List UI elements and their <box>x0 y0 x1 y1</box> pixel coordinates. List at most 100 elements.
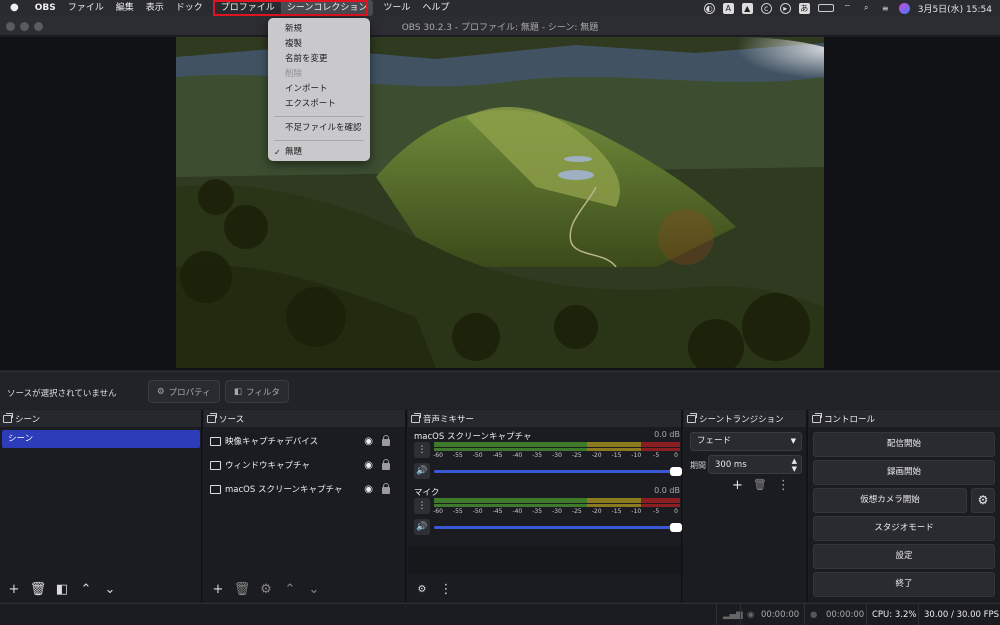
source-item[interactable]: ウィンドウキャプチャ ◉ <box>210 454 400 476</box>
scene-filters-icon[interactable]: ◧ <box>53 582 71 597</box>
dock-float-icon[interactable] <box>207 412 217 423</box>
remove-source-icon[interactable]: 🗑 <box>233 582 251 597</box>
duration-spinbox[interactable]: 300 ms ▲ ▼ <box>708 455 802 474</box>
status-cloud-icon[interactable]: ▲ <box>741 2 753 14</box>
transition-menu-icon[interactable]: ⋮ <box>777 478 790 493</box>
db-scale-label: -55 <box>452 508 463 515</box>
stepper-icon[interactable]: ▲ ▼ <box>792 457 797 473</box>
speaker-icon[interactable]: 🔊 <box>414 463 430 479</box>
start-recording-button[interactable]: 録画開始 <box>813 460 995 485</box>
source-properties-icon[interactable]: ⚙ <box>257 582 275 597</box>
menu-item-collection-untitled[interactable]: ✓ 無題 <box>268 145 370 160</box>
dock-float-icon[interactable] <box>812 412 822 423</box>
move-up-icon[interactable]: ⌃ <box>77 582 95 597</box>
status-cc-icon[interactable]: c <box>760 2 772 14</box>
exit-button[interactable]: 終了 <box>813 572 995 597</box>
db-scale-label: -45 <box>492 508 503 515</box>
dock-float-icon[interactable] <box>687 412 697 423</box>
menu-tools[interactable]: ツール <box>377 0 416 16</box>
menu-view[interactable]: 表示 <box>140 0 170 16</box>
studio-mode-button[interactable]: スタジオモード <box>813 516 995 541</box>
sources-dock-header: ソース <box>204 410 405 427</box>
speaker-icon[interactable]: 🔊 <box>414 519 430 535</box>
battery-icon[interactable] <box>817 4 834 12</box>
virtual-camera-settings-button[interactable]: ⚙ <box>971 488 995 513</box>
dock-float-icon[interactable] <box>3 412 13 423</box>
lock-icon[interactable] <box>382 483 390 494</box>
filters-button[interactable]: ◧ フィルタ <box>225 380 289 403</box>
menubar-clock[interactable]: 3月5日(水) 15:54 <box>918 2 992 15</box>
advanced-audio-gear-icon[interactable]: ⚙ <box>413 584 431 595</box>
db-scale-label: -35 <box>532 508 543 515</box>
filters-label: フィルタ <box>246 387 280 398</box>
lock-icon[interactable] <box>382 435 390 446</box>
window-titlebar: OBS 30.2.3 - プロファイル: 無題 - シーン: 無題 <box>0 16 1000 36</box>
volume-slider-handle[interactable] <box>670 467 682 476</box>
lock-icon[interactable] <box>382 459 390 470</box>
add-transition-icon[interactable]: + <box>732 478 743 493</box>
source-label: 映像キャプチャデバイス <box>225 437 319 447</box>
dock-float-icon[interactable] <box>411 412 421 423</box>
menu-item-duplicate[interactable]: 複製 <box>268 37 370 52</box>
menu-app[interactable]: OBS <box>29 0 62 16</box>
channel-menu-icon[interactable]: ⋮ <box>414 442 430 458</box>
scene-list-item[interactable]: シーン <box>2 430 200 448</box>
visibility-eye-icon[interactable]: ◉ <box>364 436 373 447</box>
source-item[interactable]: 映像キャプチャデバイス ◉ <box>210 430 400 452</box>
duration-label: 期間 <box>690 461 706 470</box>
start-streaming-button[interactable]: 配信開始 <box>813 432 995 457</box>
menu-item-check-missing-files[interactable]: 不足ファイルを確認 <box>268 121 370 136</box>
visibility-eye-icon[interactable]: ◉ <box>364 484 373 495</box>
menu-separator <box>274 116 364 117</box>
apple-icon[interactable]: ● <box>0 0 29 16</box>
channel-name: マイク <box>414 488 440 498</box>
volume-slider[interactable] <box>434 523 682 532</box>
search-icon[interactable]: ⌕ <box>861 3 872 14</box>
menu-item-export[interactable]: エクスポート <box>268 97 370 112</box>
menu-item-rename[interactable]: 名前を変更 <box>268 52 370 67</box>
properties-label: プロパティ <box>168 387 211 398</box>
input-mode-icon[interactable]: あ <box>798 2 810 14</box>
scene-transitions-dock: シーントランジション フェード ▼ 期間 300 ms ▲ ▼ + 🗑 ⋮ <box>684 410 808 602</box>
status-a-icon[interactable]: A <box>722 2 734 14</box>
remove-scene-icon[interactable]: 🗑 <box>29 582 47 597</box>
control-center-icon[interactable]: ≡ <box>880 3 891 14</box>
controls-title: コントロール <box>824 414 876 425</box>
no-source-selected-label: ソースが選択されていません <box>7 389 117 399</box>
duration-value: 300 ms <box>715 460 747 470</box>
add-source-icon[interactable]: + <box>209 582 227 597</box>
move-down-icon[interactable]: ⌄ <box>305 582 323 597</box>
source-item[interactable]: macOS スクリーンキャプチャ ◉ <box>210 478 400 500</box>
menu-item-import[interactable]: インポート <box>268 82 370 97</box>
menu-dock[interactable]: ドック <box>170 0 209 16</box>
transition-selected: フェード <box>697 436 732 446</box>
channel-menu-icon[interactable]: ⋮ <box>414 498 430 514</box>
move-up-icon[interactable]: ⌃ <box>281 582 299 597</box>
volume-slider[interactable] <box>434 467 682 476</box>
settings-button[interactable]: 設定 <box>813 544 995 569</box>
move-down-icon[interactable]: ⌄ <box>101 582 119 597</box>
db-scale: -60 -55 -50 -45 -40 -35 -30 -25 -20 -15 -10 -5 0 <box>433 452 680 462</box>
mixer-menu-icon[interactable]: ⋮ <box>437 582 455 597</box>
record-time: 00:00:00 <box>826 610 865 620</box>
add-scene-icon[interactable]: + <box>5 582 23 597</box>
db-scale-label: -10 <box>631 452 642 459</box>
visibility-eye-icon[interactable]: ◉ <box>364 460 373 471</box>
menu-help[interactable]: ヘルプ <box>416 0 455 16</box>
status-circle-icon[interactable]: ◐ <box>703 2 715 14</box>
properties-button[interactable]: ⚙ プロパティ <box>148 380 220 403</box>
remove-transition-icon[interactable]: 🗑 <box>753 478 767 493</box>
start-virtual-camera-button[interactable]: 仮想カメラ開始 <box>813 488 967 513</box>
volume-slider-handle[interactable] <box>670 523 682 532</box>
db-scale: -60 -55 -50 -45 -40 -35 -30 -25 -20 -15 -10 -5 0 <box>433 508 680 518</box>
scenes-dock: シーン シーン + 🗑 ◧ ⌃ ⌄ <box>0 410 203 602</box>
menu-item-new[interactable]: 新規 <box>268 22 370 37</box>
channel-db: 0.0 dB <box>654 430 680 439</box>
menu-file[interactable]: ファイル <box>62 0 110 16</box>
window-icon <box>210 460 221 470</box>
transition-select[interactable]: フェード ▼ <box>690 432 802 451</box>
siri-icon[interactable] <box>898 2 910 14</box>
status-play-icon[interactable]: ▸ <box>779 2 791 14</box>
wifi-icon[interactable]: ⌔ <box>842 3 853 14</box>
menu-edit[interactable]: 編集 <box>110 0 140 16</box>
